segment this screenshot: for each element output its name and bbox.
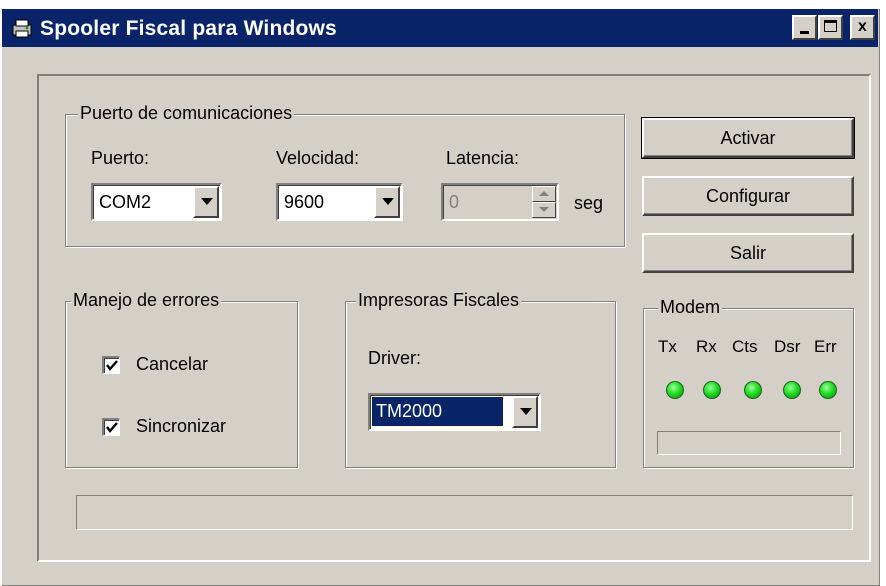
fiscal-printers-group: Impresoras Fiscales Driver: TM2000 — [345, 289, 616, 468]
cancel-label[interactable]: Cancelar — [136, 354, 208, 375]
status-bar — [76, 495, 853, 530]
speed-select[interactable]: 9600 — [276, 183, 403, 221]
comm-port-group: Puerto de comunicaciones Puerto: COM2 Ve… — [65, 102, 625, 247]
close-button[interactable]: x — [850, 15, 875, 40]
err-led-icon — [819, 381, 837, 399]
latency-spinner[interactable]: 0 — [441, 183, 559, 221]
modem-status-bar — [657, 431, 841, 455]
close-icon: x — [858, 18, 867, 35]
minimize-button[interactable] — [792, 15, 817, 40]
main-panel: Puerto de comunicaciones Puerto: COM2 Ve… — [37, 74, 871, 562]
error-handling-legend: Manejo de errores — [71, 289, 222, 311]
activate-button[interactable]: Activar — [641, 117, 855, 159]
title-bar[interactable]: Spooler Fiscal para Windows x — [2, 9, 878, 47]
port-select[interactable]: COM2 — [91, 183, 222, 221]
driver-label: Driver: — [368, 348, 421, 368]
port-value: COM2 — [99, 192, 152, 212]
indicator-tx-label: Tx — [658, 337, 677, 356]
chevron-down-icon — [382, 198, 394, 205]
maximize-icon — [824, 20, 837, 32]
sync-checkbox[interactable] — [102, 418, 120, 436]
indicator-err-label: Err — [814, 337, 837, 356]
port-label: Puerto: — [91, 148, 150, 168]
latency-unit: seg — [574, 193, 604, 213]
speed-label: Velocidad: — [276, 148, 360, 168]
arrow-down-icon — [539, 207, 549, 212]
driver-dropdown-button[interactable] — [512, 396, 538, 428]
rx-led-icon — [703, 381, 721, 399]
comm-port-legend: Puerto de comunicaciones — [78, 102, 295, 124]
arrow-up-icon — [539, 191, 549, 196]
checkmark-icon — [106, 360, 118, 371]
cts-led-icon — [744, 381, 762, 399]
chevron-down-icon — [520, 408, 532, 415]
dsr-led-icon — [783, 381, 801, 399]
speed-value: 9600 — [284, 192, 325, 212]
chevron-down-icon — [201, 198, 213, 205]
printer-app-icon — [12, 19, 32, 38]
error-handling-group: Manejo de errores Cancelar Sincronizar — [65, 289, 298, 468]
latency-down-button[interactable] — [532, 202, 556, 218]
latency-up-button[interactable] — [532, 186, 556, 202]
driver-value: TM2000 — [371, 396, 504, 427]
fiscal-printers-legend: Impresoras Fiscales — [356, 289, 522, 311]
port-dropdown-button[interactable] — [193, 186, 219, 218]
latency-label: Latencia: — [446, 148, 520, 168]
indicator-dsr-label: Dsr — [774, 337, 801, 356]
speed-dropdown-button[interactable] — [374, 186, 400, 218]
indicator-cts-label: Cts — [732, 337, 758, 356]
checkmark-icon — [106, 422, 118, 433]
minimize-icon — [800, 31, 809, 34]
app-window: Spooler Fiscal para Windows x Puerto de … — [0, 7, 880, 586]
exit-button[interactable]: Salir — [642, 233, 854, 273]
modem-group: Modem Tx Rx Cts Dsr Err — [643, 296, 854, 468]
modem-legend: Modem — [658, 296, 723, 318]
latency-value: 0 — [449, 192, 460, 212]
cancel-checkbox[interactable] — [102, 356, 120, 374]
configure-button[interactable]: Configurar — [642, 176, 854, 216]
driver-select[interactable]: TM2000 — [368, 393, 541, 431]
tx-led-icon — [666, 381, 684, 399]
indicator-rx-label: Rx — [696, 337, 717, 356]
sync-label[interactable]: Sincronizar — [136, 416, 226, 437]
maximize-button[interactable] — [818, 15, 843, 40]
window-title: Spooler Fiscal para Windows — [40, 17, 337, 40]
